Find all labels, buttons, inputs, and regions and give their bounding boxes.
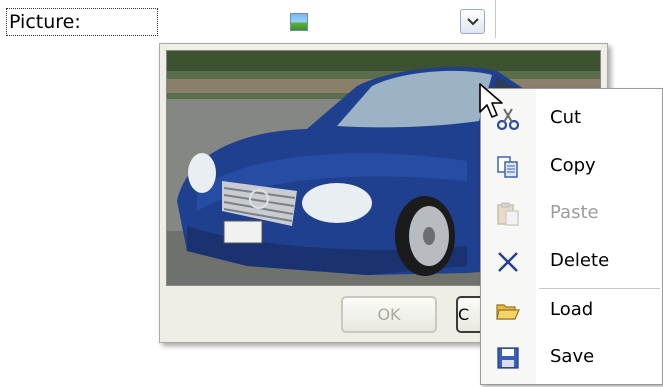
folder-icon (496, 304, 520, 320)
menu-item-load[interactable]: Load (481, 287, 662, 333)
menu-item-paste-label: Paste (550, 202, 599, 223)
menu-item-cut-label: Cut (550, 107, 582, 128)
menu-item-copy-label: Copy (550, 155, 596, 176)
menu-item-cut[interactable]: Cut (481, 95, 662, 141)
picture-field-row: Picture: (6, 6, 492, 40)
menu-item-delete[interactable]: Delete (481, 238, 662, 284)
picture-field-label: Picture: (6, 8, 158, 36)
menu-item-load-label: Load (550, 299, 594, 320)
picture-dropdown-button[interactable] (460, 9, 485, 34)
context-menu: Cut Copy Paste Delete Load Save (480, 88, 663, 385)
menu-item-delete-label: Delete (550, 250, 610, 271)
field-divider (495, 0, 496, 38)
picture-icon (290, 13, 308, 31)
menu-item-paste[interactable]: Paste (481, 190, 662, 236)
delete-x-icon (498, 252, 518, 272)
chevron-down-icon (467, 18, 479, 26)
menu-item-save-label: Save (550, 346, 595, 367)
menu-item-copy[interactable]: Copy (481, 143, 662, 189)
copy-icon (497, 156, 518, 178)
paste-icon (497, 202, 519, 226)
menu-item-save[interactable]: Save (481, 334, 662, 380)
ok-button[interactable]: OK (341, 296, 437, 333)
mouse-cursor-icon (479, 83, 503, 118)
floppy-icon (497, 347, 519, 369)
